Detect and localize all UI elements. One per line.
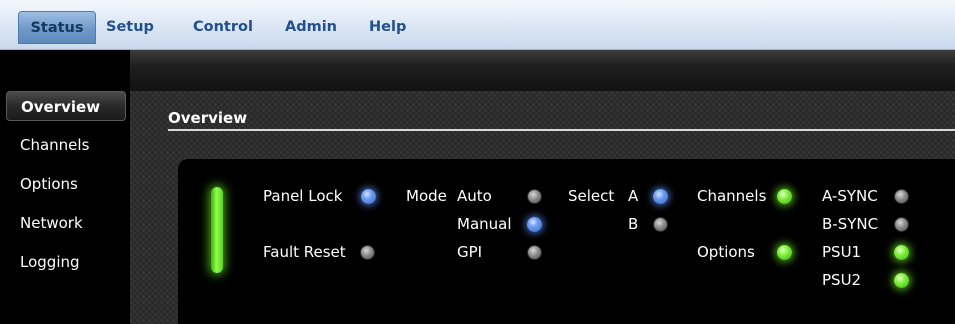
sidebar-item-options[interactable]: Options [6,169,126,199]
sidebar: Overview Channels Options Network Loggin… [0,91,130,324]
channels-status-led [777,189,792,204]
tab-setup[interactable]: Setup [106,11,154,44]
mode-gpi-led[interactable] [527,245,542,260]
top-menu-bar: Status Setup Control Admin Help [0,0,955,50]
header-band [0,50,955,91]
channels-status-label: Channels [697,187,767,205]
psu1-label: PSU1 [822,243,862,261]
status-panel: Panel Lock Fault Reset Mode Auto Manual … [178,159,955,324]
select-label: Select [568,187,615,205]
sidebar-item-network[interactable]: Network [6,208,126,238]
select-b-label: B [628,215,639,233]
mode-label: Mode [406,187,447,205]
sidebar-item-logging[interactable]: Logging [6,247,126,277]
b-sync-led [894,217,909,232]
select-a-led[interactable] [653,189,668,204]
tab-status[interactable]: Status [18,11,96,44]
options-status-led [777,245,792,260]
sidebar-item-overview[interactable]: Overview [6,91,126,121]
select-a-label: A [628,187,639,205]
system-status-bar [211,187,223,273]
mode-auto-label: Auto [457,187,492,205]
psu2-label: PSU2 [822,271,862,289]
psu2-led [894,273,909,288]
b-sync-label: B-SYNC [822,215,879,233]
mode-manual-label: Manual [457,215,512,233]
select-b-led[interactable] [653,217,668,232]
header-band-left [0,50,130,91]
mode-gpi-label: GPI [457,243,483,261]
tab-admin[interactable]: Admin [285,11,337,44]
mode-auto-led[interactable] [527,189,542,204]
psu1-led [894,245,909,260]
main-content: Overview Panel Lock Fault Reset Mode Aut… [130,91,955,324]
a-sync-label: A-SYNC [822,187,878,205]
a-sync-led [894,189,909,204]
panel-lock-label: Panel Lock [263,187,343,205]
mode-manual-led[interactable] [527,217,542,232]
page-title: Overview [168,109,248,127]
tab-help[interactable]: Help [369,11,406,44]
panel-lock-led[interactable] [361,189,376,204]
options-status-label: Options [697,243,755,261]
fault-reset-label: Fault Reset [263,243,346,261]
fault-reset-led[interactable] [360,245,375,260]
title-divider [168,129,955,131]
tab-control[interactable]: Control [193,11,253,44]
sidebar-item-channels[interactable]: Channels [6,130,126,160]
